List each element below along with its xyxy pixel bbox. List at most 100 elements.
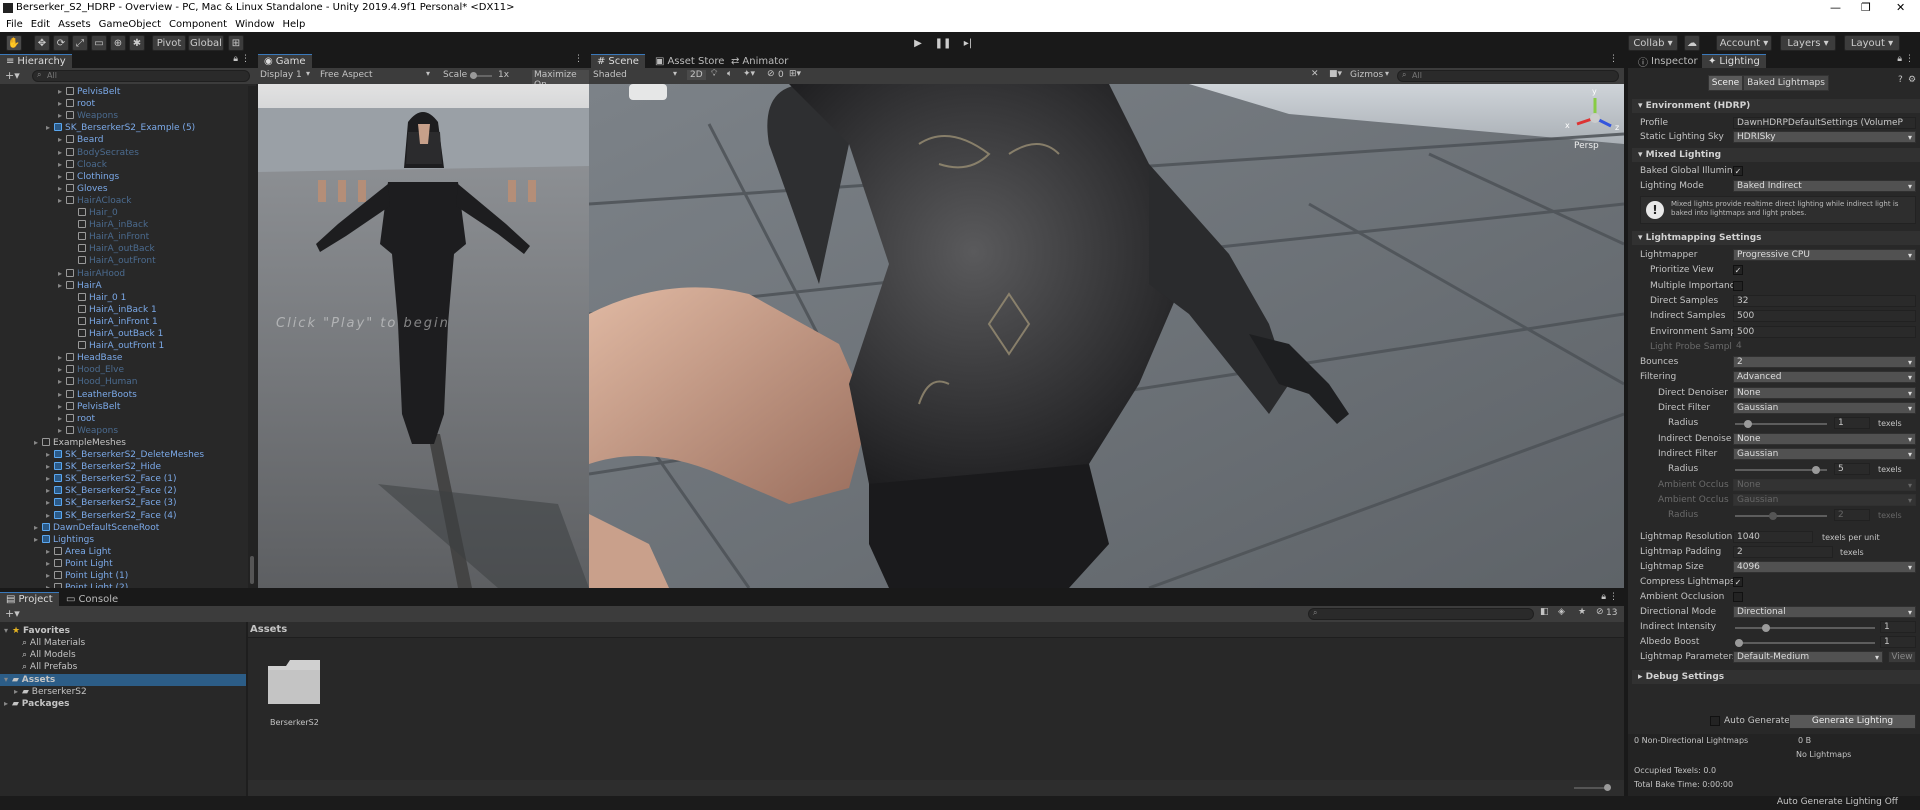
section-lightmapping[interactable]: ▾ Lightmapping Settings	[1632, 231, 1920, 245]
minimize-button[interactable]: —	[1830, 1, 1841, 14]
lighting-mode-dropdown[interactable]: Baked Indirect	[1733, 180, 1916, 192]
lightmap-size-dropdown[interactable]: 4096	[1733, 561, 1916, 573]
hierarchy-scrollbar[interactable]	[248, 86, 256, 588]
expand-arrow-icon[interactable]: ▸	[58, 171, 66, 183]
step-button[interactable]: ▸|	[960, 35, 976, 51]
lm-row-dropdown[interactable]: None	[1733, 432, 1916, 445]
hierarchy-item[interactable]: HairA_outFront 1	[70, 340, 164, 352]
icon-size-knob[interactable]	[1604, 784, 1611, 791]
panel-menu-icon[interactable]: ⋮	[241, 54, 250, 64]
scene-viewport[interactable]: y x z Persp	[589, 84, 1624, 588]
expand-arrow-icon[interactable]: ▸	[46, 510, 54, 522]
tab-scene[interactable]: # Scene	[591, 54, 645, 68]
indirect-intensity-knob[interactable]	[1762, 624, 1770, 632]
expand-arrow-icon[interactable]: ▸	[58, 147, 66, 159]
hand-tool-icon[interactable]: ✋	[6, 35, 22, 51]
expand-arrow-icon[interactable]: ▸	[34, 522, 42, 534]
expand-arrow-icon[interactable]: ▸	[46, 546, 54, 558]
hierarchy-item[interactable]: Hair_0	[70, 207, 118, 219]
maximize-button[interactable]: ❐	[1861, 1, 1871, 14]
scale-slider-knob[interactable]	[470, 72, 477, 79]
expand-arrow-icon[interactable]: ▸	[46, 582, 54, 588]
custom-tool-icon[interactable]: ✱	[129, 35, 145, 51]
lm-row-slider[interactable]	[1735, 512, 1827, 521]
account-dropdown[interactable]: Account ▾	[1716, 35, 1772, 51]
lm-row-field[interactable]: 5	[1834, 463, 1870, 476]
lightmap-parameters-dropdown[interactable]: Default-Medium	[1733, 651, 1883, 663]
lighting-toggle-icon[interactable]: 💡︎	[711, 69, 717, 79]
directional-mode-dropdown[interactable]: Directional	[1733, 606, 1916, 618]
expand-arrow-icon[interactable]: ▸	[58, 98, 66, 110]
expand-arrow-icon[interactable]: ▸	[46, 449, 54, 461]
lm-row-field[interactable]: 500	[1733, 310, 1916, 323]
grid-toggle-icon[interactable]: ⊞▾	[789, 69, 801, 79]
hierarchy-item[interactable]: ▸ Hood_Human	[58, 376, 137, 388]
hierarchy-item[interactable]: HairA_inBack 1	[70, 304, 157, 316]
section-mixed-lighting[interactable]: ▾ Mixed Lighting	[1632, 148, 1920, 162]
cloud-icon[interactable]: ☁	[1684, 35, 1700, 51]
expand-arrow-icon[interactable]: ▸	[46, 485, 54, 497]
indirect-intensity-field[interactable]: 1	[1880, 621, 1916, 633]
project-menu-icon[interactable]: ⋮	[1609, 592, 1618, 602]
lightmap-padding-field[interactable]: 2	[1733, 546, 1833, 558]
fav-all-prefabs[interactable]: ⌕ All Prefabs	[22, 661, 77, 673]
gizmos-dropdown[interactable]: Gizmos	[1350, 70, 1383, 80]
expand-arrow-icon[interactable]: ▸	[34, 534, 42, 546]
lm-row-dropdown[interactable]: None	[1733, 478, 1916, 491]
tab-asset-store[interactable]: ▣ Asset Store	[649, 54, 730, 68]
expand-arrow-icon[interactable]: ▸	[58, 86, 66, 98]
favorites-node[interactable]: ▾ ★ Favorites	[4, 625, 70, 637]
play-button[interactable]: ▶	[910, 35, 926, 51]
rotate-tool-icon[interactable]: ⟳	[53, 35, 69, 51]
lightmap-resolution-field[interactable]: 1040	[1733, 531, 1813, 543]
tab-project[interactable]: ▤ Project	[0, 592, 59, 606]
fav-all-models[interactable]: ⌕ All Models	[22, 649, 76, 661]
section-debug-settings[interactable]: ▸ Debug Settings	[1632, 670, 1920, 684]
scale-slider[interactable]	[470, 72, 492, 79]
favorite-star-icon[interactable]: ★	[1578, 607, 1586, 617]
tab-lighting[interactable]: ✦ Lighting	[1702, 54, 1766, 68]
hierarchy-item[interactable]: ▸ Weapons	[58, 110, 118, 122]
hierarchy-item[interactable]: ▸ Lightings	[34, 534, 94, 546]
2d-toggle[interactable]: 2D	[687, 70, 706, 80]
ambient-occlusion-checkbox[interactable]	[1733, 592, 1743, 602]
scale-tool-icon[interactable]: ⤢	[72, 35, 88, 51]
project-create-icon[interactable]: +▾	[5, 607, 20, 620]
expand-arrow-icon[interactable]: ▸	[58, 280, 66, 292]
transform-tool-icon[interactable]: ⊕	[110, 35, 126, 51]
auto-generate-checkbox[interactable]	[1710, 716, 1720, 726]
game-menu-icon[interactable]: ⋮	[574, 54, 583, 64]
hidden-objects-icon[interactable]: ⊘	[767, 69, 775, 79]
global-toggle[interactable]: Global	[188, 35, 224, 51]
hierarchy-item[interactable]: ▸ Point Light (2)	[46, 582, 128, 588]
hierarchy-item[interactable]: ▸ root	[58, 413, 95, 425]
hierarchy-item[interactable]: ▸ Weapons	[58, 425, 118, 437]
hierarchy-item[interactable]: ▸ root	[58, 98, 95, 110]
hierarchy-item[interactable]: ▸ HairA	[58, 280, 102, 292]
expand-arrow-icon[interactable]: ▸	[58, 389, 66, 401]
menu-edit[interactable]: Edit	[31, 19, 50, 30]
lock-icon[interactable]: 🔒︎	[233, 54, 238, 64]
expand-arrow-icon[interactable]: ▸	[46, 122, 54, 134]
tab-game[interactable]: ◉ Game	[258, 54, 312, 68]
inspector-menu-icon[interactable]: ⋮	[1905, 54, 1914, 64]
lm-row-dropdown[interactable]: Progressive CPU	[1733, 249, 1916, 261]
hierarchy-scroll-thumb[interactable]	[250, 556, 254, 584]
game-viewport[interactable]: Click "Play" to begin	[258, 84, 589, 588]
effects-toggle-icon[interactable]: ✦▾	[743, 69, 755, 79]
albedo-boost-field[interactable]: 1	[1880, 636, 1916, 648]
hierarchy-item[interactable]: ▸ Beard	[58, 134, 103, 146]
lm-row-dropdown[interactable]: Gaussian	[1733, 493, 1916, 506]
profile-field[interactable]: DawnHDRPDefaultSettings (VolumeP	[1733, 117, 1916, 129]
expand-arrow-icon[interactable]: ▸	[46, 570, 54, 582]
tab-inspector[interactable]: ⓘ Inspector	[1632, 54, 1704, 69]
hierarchy-item[interactable]: ▸ Point Light	[46, 558, 113, 570]
collab-dropdown[interactable]: Collab ▾	[1628, 35, 1678, 51]
hierarchy-item[interactable]: ▸ PelvisBelt	[58, 86, 120, 98]
hierarchy-item[interactable]: ▸ DawnDefaultSceneRoot	[34, 522, 159, 534]
hierarchy-item[interactable]: ▸ Hood_Elve	[58, 364, 124, 376]
icon-size-slider[interactable]	[1574, 784, 1611, 791]
menu-assets[interactable]: Assets	[58, 19, 91, 30]
create-plus-icon[interactable]: +▾	[5, 69, 20, 82]
hierarchy-item[interactable]: ▸ HeadBase	[58, 352, 122, 364]
